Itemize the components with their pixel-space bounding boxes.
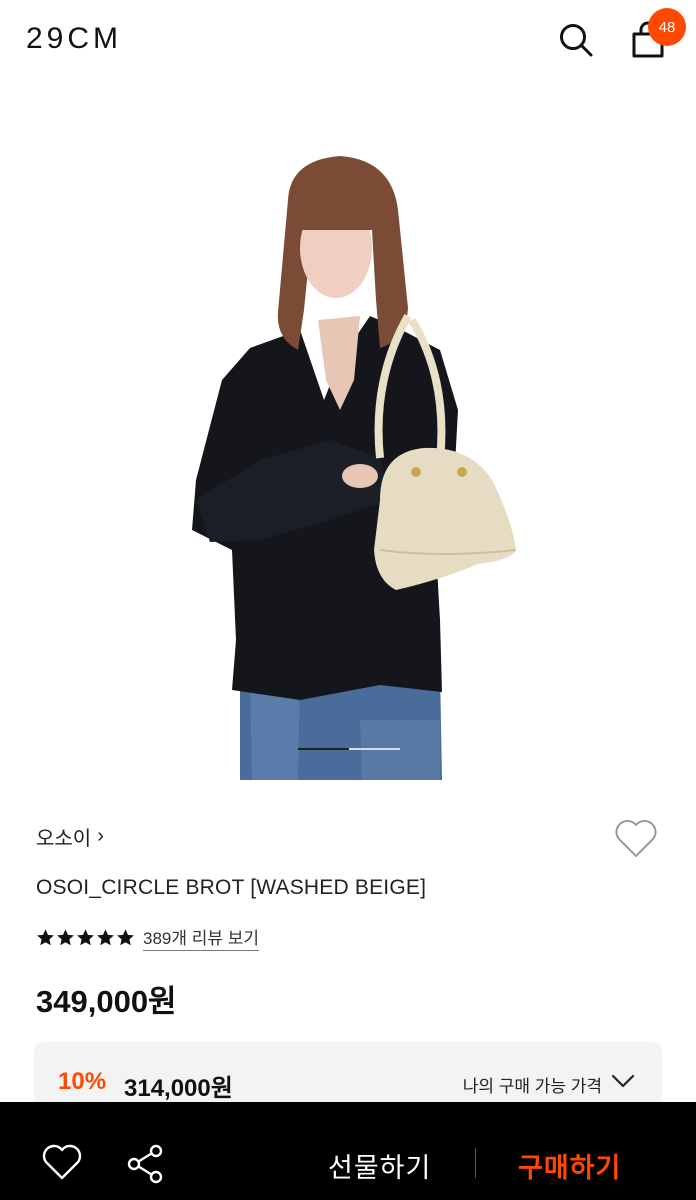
heart-icon[interactable] bbox=[40, 1142, 84, 1182]
search-icon[interactable] bbox=[556, 20, 596, 60]
star-icon bbox=[57, 929, 74, 946]
product-price: 349,000원 bbox=[36, 984, 177, 1019]
rating-row: 389개 리뷰 보기 bbox=[36, 924, 260, 951]
brand-link[interactable]: 오소이 › bbox=[36, 822, 104, 851]
chevron-down-icon[interactable] bbox=[610, 1070, 636, 1092]
product-image-carousel[interactable] bbox=[0, 80, 696, 800]
star-icon bbox=[97, 929, 114, 946]
gift-button[interactable]: 선물하기 bbox=[328, 1146, 431, 1185]
discount-rate: 10% bbox=[58, 1068, 107, 1095]
my-price-label: 나의 구매 가능 가격 bbox=[462, 1077, 602, 1096]
buy-button[interactable]: 구매하기 bbox=[518, 1146, 621, 1185]
wishlist-heart-icon[interactable] bbox=[612, 816, 660, 860]
discount-price: 314,000원 bbox=[124, 1075, 233, 1102]
image-slider-progress bbox=[298, 748, 349, 750]
brand-logo[interactable]: 29CM bbox=[26, 22, 122, 56]
share-icon[interactable] bbox=[124, 1142, 168, 1186]
divider bbox=[475, 1148, 476, 1178]
rating-stars bbox=[36, 928, 135, 947]
brand-name: 오소이 bbox=[36, 828, 92, 850]
star-icon bbox=[37, 929, 54, 946]
cart-count-badge: 48 bbox=[648, 8, 686, 46]
star-icon bbox=[117, 929, 134, 946]
top-header: 29CM 48 bbox=[0, 0, 696, 80]
star-icon bbox=[77, 929, 94, 946]
product-name: OSOI_CIRCLE BROT [WASHED BEIGE] bbox=[36, 876, 427, 899]
chevron-right-icon: › bbox=[97, 825, 104, 847]
bottom-action-bar: 선물하기 구매하기 bbox=[0, 1102, 696, 1200]
product-photo bbox=[192, 156, 517, 780]
review-link[interactable]: 389개 리뷰 보기 bbox=[143, 924, 260, 951]
image-slider-indicator bbox=[298, 748, 400, 750]
